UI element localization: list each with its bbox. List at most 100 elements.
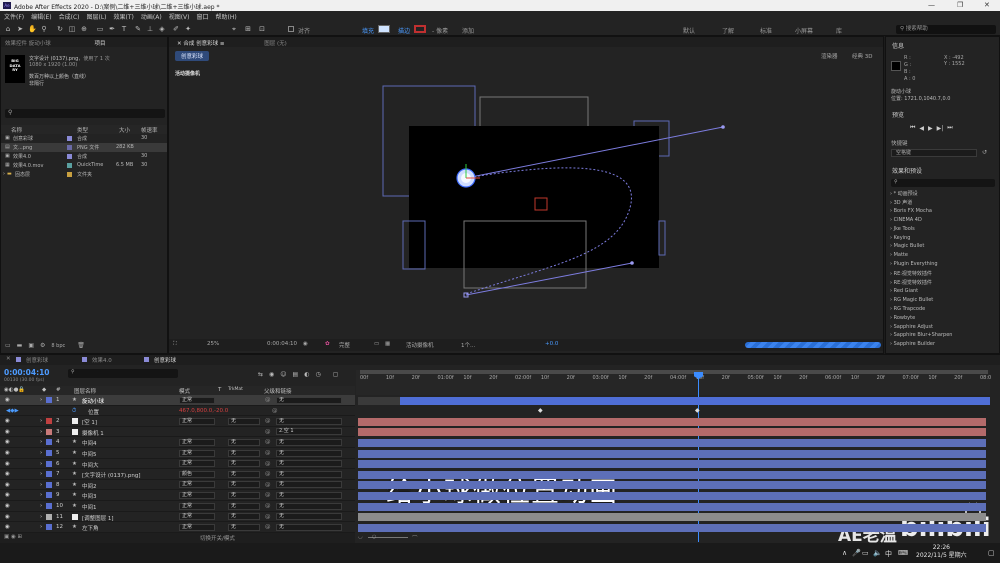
tab-project[interactable]: 项目 <box>91 37 110 49</box>
toggle-switches-modes[interactable]: 切换开关/模式 <box>200 534 235 542</box>
layer-name[interactable]: 摄像机 1 <box>82 429 104 437</box>
chevron-right-icon[interactable]: › <box>40 418 42 424</box>
stroke-color-swatch[interactable] <box>414 25 426 33</box>
reset-icon[interactable]: ↺ <box>982 149 987 156</box>
frame-blending-icon[interactable]: ▤ <box>293 371 299 378</box>
align-checkbox[interactable] <box>288 26 294 32</box>
chevron-right-icon[interactable]: › <box>40 524 42 530</box>
layer-row[interactable]: ◉ › 9 ★ 中间3 正常 无 @ 无 <box>0 490 355 501</box>
layer-duration-bar[interactable] <box>358 428 986 437</box>
tray-chevron-icon[interactable]: ∧ <box>842 549 847 557</box>
layer-row[interactable]: ◉ › 3 摄像机 1 @2.空 1 <box>0 427 355 438</box>
layer-row[interactable]: ◉ › 10 ★ 中间1 正常 无 @ 无 <box>0 501 355 512</box>
ime-indicator[interactable]: 中 <box>885 549 892 559</box>
effect-category[interactable]: › RG Magic Bullet <box>890 297 933 303</box>
eye-icon[interactable]: ◉ <box>5 514 10 520</box>
rectangle-tool-icon[interactable]: ▭ <box>96 25 104 33</box>
column-mode[interactable]: 模式 <box>179 387 190 395</box>
mode-dropdown[interactable]: 颜色 <box>179 470 215 478</box>
zoom-slider-handle[interactable]: ○ <box>372 534 376 540</box>
property-row-position[interactable]: ◀◆▶ ⏱ 位置 467.0,800.0,-20.0 @ <box>0 406 355 417</box>
project-item[interactable]: ▦ 效果4.0.mov QuickTime 6.5 MB 30 <box>1 161 167 170</box>
time-ruler[interactable]: 00f 10f 20f 01:00f 10f 20f 02:00f 10f 20f 03:00f 1… <box>356 370 991 386</box>
magnification-icon[interactable]: ⛶ <box>173 341 177 348</box>
parent-dropdown[interactable]: 无 <box>276 481 342 489</box>
parent-dropdown[interactable]: 无 <box>276 417 342 425</box>
fill-color-swatch[interactable] <box>378 25 390 33</box>
effect-category[interactable]: › Plugin Everything <box>890 261 938 267</box>
menu-composition[interactable]: 合成(C) <box>59 12 80 21</box>
timeline-search-input[interactable]: ⚲ <box>68 369 178 378</box>
mode-dropdown[interactable]: 正常 <box>179 396 215 404</box>
pen-tool-icon[interactable]: ✒ <box>108 25 116 33</box>
layer-row[interactable]: ◉ › 2 [空 1] 正常 无 @ 无 <box>0 416 355 427</box>
camera-view-dropdown[interactable]: 活动摄像机 <box>406 341 434 349</box>
trkmat-dropdown[interactable]: 无 <box>228 481 260 489</box>
parent-dropdown[interactable]: 无 <box>276 449 342 457</box>
pickwhip-icon[interactable]: @ <box>265 429 271 435</box>
effect-category[interactable]: › Red Giant <box>890 288 918 294</box>
stroke-width-value[interactable]: - 像素 <box>432 26 448 35</box>
project-item-selected[interactable]: ▤ 文...png PNG 文件 282 KB <box>1 143 167 152</box>
effect-category[interactable]: › Matte <box>890 252 908 258</box>
chevron-right-icon[interactable]: › <box>40 450 42 456</box>
parent-dropdown[interactable]: 无 <box>276 491 342 499</box>
previous-frame-icon[interactable]: ◀ <box>919 125 924 132</box>
layer-name[interactable]: [空 1] <box>82 418 97 426</box>
trkmat-dropdown[interactable]: 无 <box>228 513 260 521</box>
column-name[interactable]: 名称 <box>11 126 22 134</box>
label-color[interactable] <box>46 460 52 467</box>
type-tool-icon[interactable]: T <box>120 25 128 33</box>
input-method-icon[interactable]: ⌨ <box>898 549 908 557</box>
parent-dropdown[interactable]: 无 <box>276 523 342 531</box>
roto-brush-icon[interactable]: ✐ <box>172 25 180 33</box>
label-color[interactable] <box>46 439 52 446</box>
keyframe-icon[interactable]: ◆ <box>695 407 700 414</box>
effect-category[interactable]: › RE:视觉特效插件 <box>890 270 932 277</box>
layer-name[interactable]: 中间5 <box>82 450 97 458</box>
mode-dropdown[interactable]: 正常 <box>179 523 215 531</box>
layer-duration-bar[interactable] <box>358 523 986 532</box>
pickwhip-icon[interactable]: @ <box>265 471 271 477</box>
tab-timeline-3[interactable]: 创意彩球 <box>154 356 176 364</box>
stroke-label[interactable]: 描边 <box>398 26 410 35</box>
workspace-default[interactable]: 默认 <box>683 26 695 35</box>
layer-duration-bar-selected[interactable] <box>400 396 990 405</box>
trash-icon[interactable]: 🗑 <box>77 342 85 349</box>
layer-duration-bar[interactable] <box>358 449 986 458</box>
property-keyframe-track[interactable]: ◆ ◆ <box>358 407 990 415</box>
brush-tool-icon[interactable]: ✎ <box>134 25 142 33</box>
layer-row[interactable]: ◉ › 4 ★ 中间4 正常 无 @ 无 <box>0 437 355 448</box>
parent-dropdown[interactable]: 无 <box>276 470 342 478</box>
eye-icon[interactable]: ◉ <box>5 461 10 467</box>
mode-dropdown[interactable]: 正常 <box>179 502 215 510</box>
view-axis-icon[interactable]: ⊡ <box>258 25 266 33</box>
workspace-standard[interactable]: 标准 <box>760 26 772 35</box>
label-color[interactable] <box>67 163 72 168</box>
layer-name[interactable]: [文字设计 (0137).png] <box>82 471 141 479</box>
parent-dropdown[interactable]: 无 <box>276 460 342 468</box>
layer-duration-bar[interactable] <box>358 438 986 447</box>
parent-dropdown[interactable]: 无 <box>276 502 342 510</box>
new-composition-icon[interactable]: ▣ <box>28 342 34 349</box>
chevron-right-icon[interactable]: › <box>40 514 42 520</box>
layer-duration-bar[interactable] <box>358 491 986 500</box>
tab-timeline-2[interactable]: 效果4.0 <box>92 356 112 364</box>
chevron-right-icon[interactable]: › <box>40 429 42 435</box>
pickwhip-icon[interactable]: @ <box>265 514 271 520</box>
chevron-right-icon[interactable]: › <box>40 439 42 445</box>
effect-category[interactable]: › Sapphire Adjust <box>890 324 933 330</box>
next-frame-icon[interactable]: ▶| <box>937 125 944 132</box>
effect-category[interactable]: › * 动画预设 <box>890 190 918 197</box>
resolution-dropdown[interactable]: 完整 <box>339 341 350 349</box>
label-color[interactable] <box>46 492 52 499</box>
world-axis-icon[interactable]: ⊞ <box>244 25 252 33</box>
eraser-tool-icon[interactable]: ◈ <box>158 25 166 33</box>
pickwhip-icon[interactable]: @ <box>272 408 278 414</box>
layer-name[interactable]: 中间1 <box>82 503 97 511</box>
chevron-right-icon[interactable]: › <box>40 471 42 477</box>
layer-duration-bar[interactable] <box>358 470 986 479</box>
label-color[interactable] <box>46 418 52 425</box>
draft-3d-icon[interactable]: ◉ <box>269 371 274 378</box>
motion-blur-icon[interactable]: ◐ <box>304 371 309 378</box>
